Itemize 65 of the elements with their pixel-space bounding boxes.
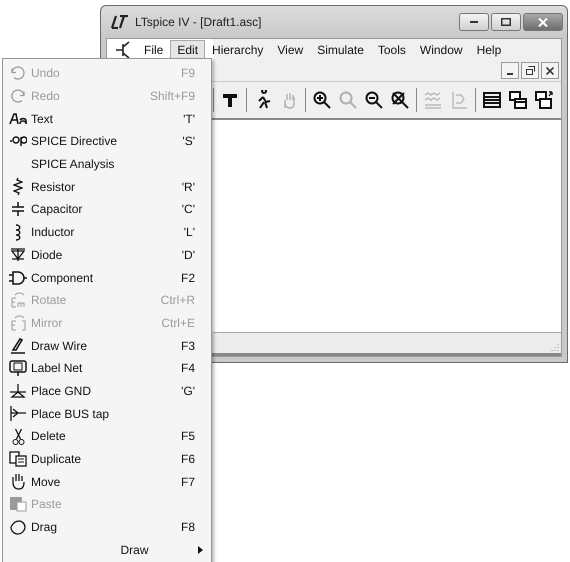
window-title: LTspice IV - [Draft1.asc] <box>135 15 262 29</box>
minimize-icon <box>470 21 478 23</box>
menu-item[interactable]: Move F7 <box>5 470 209 494</box>
submenu-item[interactable]: Draw <box>5 538 209 562</box>
tile-windows-icon[interactable] <box>482 90 502 110</box>
menu-item[interactable]: Place BUS tap <box>5 402 209 425</box>
arrange-windows-icon[interactable] <box>534 90 554 110</box>
menu-item[interactable]: Capacitor 'C' <box>5 198 209 221</box>
submenu-arrow-icon <box>198 546 203 554</box>
menu-item[interactable]: Text 'T' <box>5 107 209 130</box>
mirror-icon <box>10 314 26 331</box>
cascade-windows-icon[interactable] <box>508 90 528 110</box>
capacitor-icon <box>11 201 25 218</box>
menu-item[interactable]: Label Net F4 <box>5 356 209 380</box>
menu-item[interactable]: Inductor 'L' <box>5 220 209 244</box>
app-logo-icon <box>111 15 129 29</box>
undo-icon <box>11 66 25 80</box>
close-button[interactable] <box>523 13 563 31</box>
menu-item[interactable]: File <box>137 40 170 60</box>
minimize-button[interactable] <box>459 13 489 31</box>
menu-item[interactable]: Tools <box>370 40 413 60</box>
zoom-out-icon[interactable] <box>364 90 384 110</box>
copy-icon <box>9 451 27 468</box>
clipboard-icon <box>9 496 27 512</box>
rotate-icon <box>11 292 25 308</box>
menu-item[interactable]: Drag F8 <box>5 516 209 538</box>
dot-op-icon <box>8 136 28 147</box>
menu-item[interactable]: Duplicate F6 <box>5 448 209 470</box>
maximize-button[interactable] <box>491 13 521 31</box>
resize-grip-icon[interactable] <box>551 343 559 351</box>
gate-icon <box>8 270 28 285</box>
resistor-icon <box>13 177 23 196</box>
menu-item[interactable]: Help <box>470 40 508 60</box>
menu-item[interactable]: Simulate <box>310 40 371 60</box>
restore-button[interactable] <box>521 62 539 79</box>
menu-item[interactable]: SPICE Directive 'S' <box>5 130 209 153</box>
scissors-icon <box>12 428 24 446</box>
menu-item[interactable]: SPICE Analysis <box>5 152 209 176</box>
ground-icon <box>9 383 27 398</box>
bus-tap-icon <box>10 405 26 422</box>
maximize-icon <box>501 18 511 26</box>
text-style-icon <box>9 112 27 125</box>
redo-icon <box>11 89 25 104</box>
menu-item[interactable]: Window <box>412 40 470 60</box>
menu-item[interactable]: Component F2 <box>5 266 209 289</box>
menu-item[interactable]: Delete F5 <box>5 425 209 448</box>
menu-item[interactable]: Place GND 'G' <box>5 380 209 402</box>
label-tag-icon <box>9 360 27 377</box>
menu-item[interactable]: View <box>270 40 310 60</box>
zoom-in-icon[interactable] <box>312 90 332 110</box>
restore-icon <box>526 66 534 75</box>
menu-item[interactable]: Draw Wire F3 <box>5 334 209 357</box>
close-button[interactable] <box>541 62 559 79</box>
menu-item[interactable]: Resistor 'R' <box>5 175 209 198</box>
menu-item[interactable]: Edit <box>170 40 206 60</box>
diode-icon <box>10 248 26 262</box>
inductor-icon <box>15 224 21 241</box>
close-icon <box>546 66 554 74</box>
minimize-icon <box>507 72 513 74</box>
crossed-magnifier-icon[interactable] <box>390 90 410 110</box>
close-icon <box>538 18 548 26</box>
menu-item[interactable]: Hierarchy <box>205 40 270 60</box>
pen-icon <box>10 338 26 354</box>
minimize-button[interactable] <box>501 62 519 79</box>
menu-item[interactable]: Diode 'D' <box>5 244 209 266</box>
